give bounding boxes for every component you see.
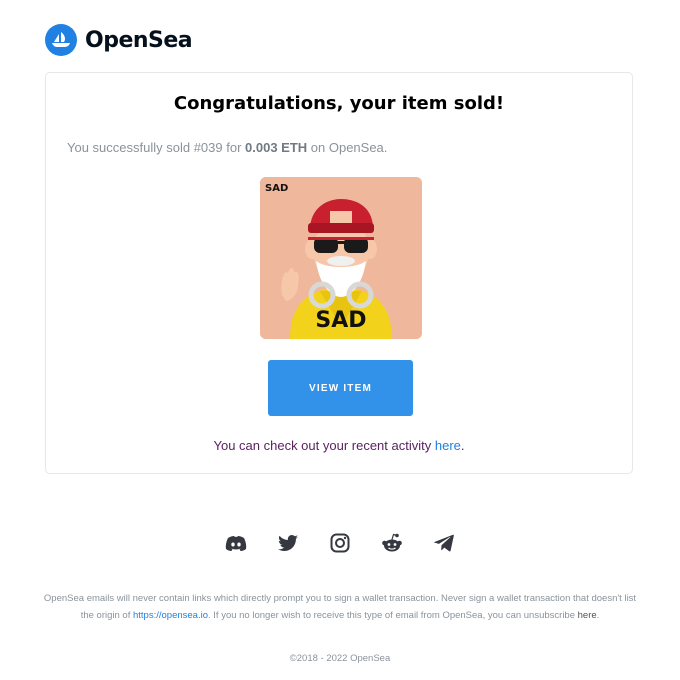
activity-prefix: You can check out your recent activity	[213, 438, 435, 453]
nft-image[interactable]: SAD SAD	[260, 177, 422, 339]
copyright: ©2018 - 2022 OpenSea	[289, 653, 391, 664]
opensea-url-link[interactable]: https://opensea.io	[133, 610, 208, 621]
sold-suffix: on OpenSea.	[307, 140, 388, 155]
sale-card: Congratulations, your item sold! You suc…	[45, 72, 633, 474]
view-item-button[interactable]: VIEW ITEM	[268, 360, 413, 416]
social-links	[0, 532, 680, 556]
discord-icon[interactable]	[225, 532, 247, 554]
footer-disclaimer: OpenSea emails will never contain links …	[40, 590, 640, 624]
disclaimer-text-2: . If you no longer wish to receive this …	[208, 610, 578, 621]
nft-shirt-text: SAD	[315, 308, 366, 333]
activity-link[interactable]: here	[435, 438, 461, 453]
activity-suffix: .	[460, 438, 465, 453]
sold-prefix: You successfully sold #039 for	[67, 140, 246, 155]
card-title: Congratulations, your item sold!	[173, 93, 505, 114]
brand-name[interactable]: OpenSea	[85, 28, 193, 53]
twitter-icon[interactable]	[277, 532, 299, 554]
sold-message: You successfully sold #039 for 0.003 ETH…	[67, 140, 387, 155]
telegram-icon[interactable]	[433, 532, 455, 554]
disclaimer-text-3: .	[596, 610, 600, 621]
reddit-icon[interactable]	[381, 532, 403, 554]
activity-message: You can check out your recent activity h…	[46, 438, 632, 453]
unsubscribe-link[interactable]: here	[578, 610, 597, 621]
nft-badge-text: SAD	[265, 183, 288, 194]
header: OpenSea	[45, 23, 193, 57]
instagram-icon[interactable]	[329, 532, 351, 554]
opensea-logo-icon[interactable]	[45, 24, 77, 56]
sold-amount: 0.003 ETH	[245, 140, 308, 155]
